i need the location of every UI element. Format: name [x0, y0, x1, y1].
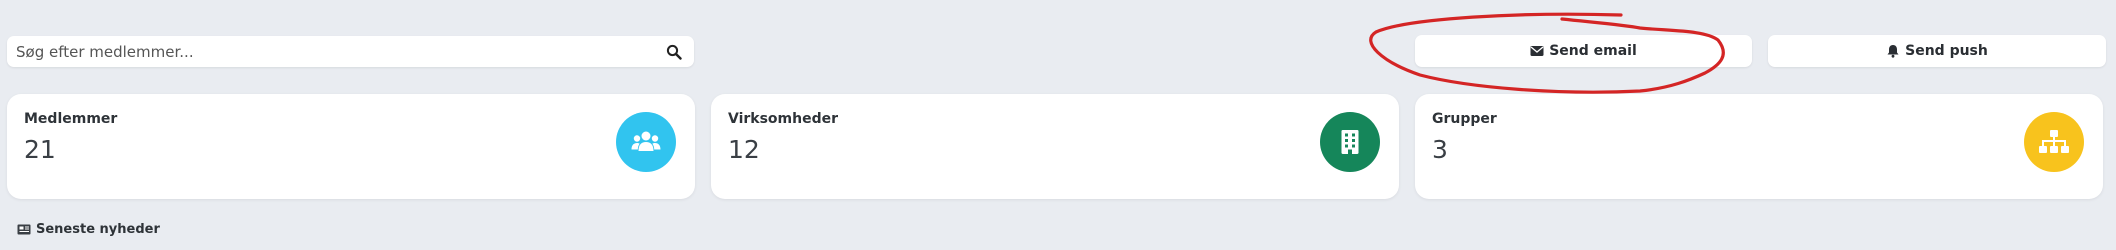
users-icon: [631, 131, 661, 151]
envelope-icon: [1530, 44, 1544, 58]
companies-card[interactable]: Virksomheder 12: [711, 94, 1399, 199]
members-card[interactable]: Medlemmer 21: [7, 94, 695, 199]
send-email-button[interactable]: Send email: [1415, 35, 1752, 67]
groups-card[interactable]: Grupper 3: [1415, 94, 2103, 199]
send-push-button[interactable]: Send push: [1768, 35, 2106, 67]
building-icon: [1341, 130, 1359, 154]
members-badge: [616, 112, 676, 172]
groups-count: 3: [1432, 135, 1448, 164]
latest-news-header[interactable]: Seneste nyheder: [17, 222, 160, 237]
bell-icon: [1886, 44, 1900, 58]
newspaper-icon: [17, 224, 31, 235]
groups-badge: [2024, 112, 2084, 172]
latest-news-label: Seneste nyheder: [36, 222, 160, 237]
sitemap-icon: [2039, 130, 2069, 153]
companies-badge: [1320, 112, 1380, 172]
search-bar[interactable]: [7, 36, 694, 67]
send-push-label: Send push: [1905, 43, 1988, 59]
search-icon[interactable]: [666, 44, 682, 60]
groups-label: Grupper: [1432, 111, 1497, 127]
search-input[interactable]: [16, 42, 666, 61]
send-email-label: Send email: [1549, 43, 1637, 59]
companies-label: Virksomheder: [728, 111, 839, 127]
members-count: 21: [24, 135, 56, 164]
companies-count: 12: [728, 135, 760, 164]
members-label: Medlemmer: [24, 111, 118, 127]
